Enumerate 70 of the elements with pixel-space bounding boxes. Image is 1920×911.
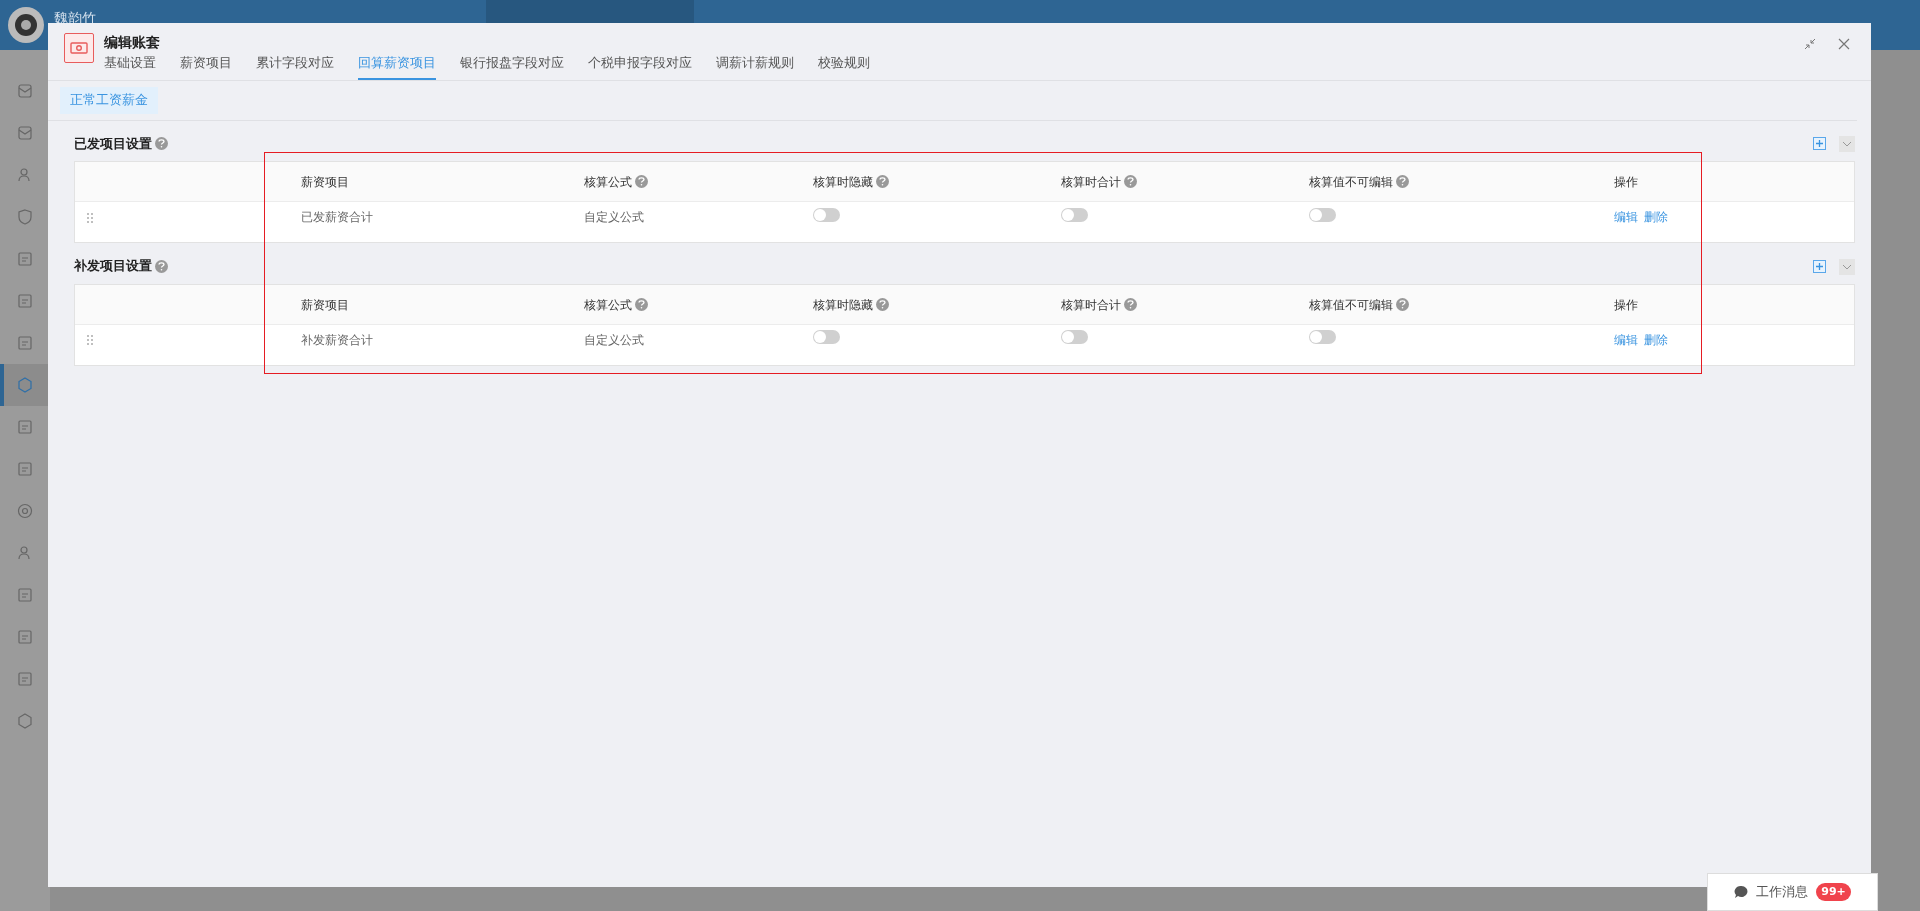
add-icon[interactable] xyxy=(1811,258,1827,275)
add-icon[interactable] xyxy=(1811,135,1827,152)
column-header: 核算时合计 xyxy=(1061,296,1121,314)
help-icon[interactable] xyxy=(155,137,168,151)
message-label: 工作消息 xyxy=(1756,883,1809,902)
dialog-title: 编辑账套 xyxy=(104,33,161,51)
document-icon xyxy=(16,250,34,268)
tab[interactable]: 薪资项目 xyxy=(180,54,232,80)
column-header: 操作 xyxy=(1614,296,1638,314)
document-icon xyxy=(16,628,34,646)
help-icon[interactable] xyxy=(155,260,168,274)
count-badge: 99+ xyxy=(1816,882,1851,902)
table-cell: 补发薪资合计 xyxy=(301,332,373,347)
document-icon xyxy=(16,418,34,436)
column-header: 核算公式 xyxy=(584,296,632,314)
chevron-down-icon[interactable] xyxy=(1839,258,1855,275)
close-icon[interactable] xyxy=(1836,36,1852,52)
help-icon[interactable] xyxy=(635,175,648,189)
drag-handle-icon[interactable] xyxy=(87,210,93,224)
tab[interactable]: 累计字段对应 xyxy=(256,54,334,80)
help-icon[interactable] xyxy=(1124,175,1137,189)
column-header: 核算时隐藏 xyxy=(813,296,873,314)
document-icon xyxy=(16,670,34,688)
message-bar[interactable]: 工作消息 99+ xyxy=(1707,873,1878,911)
envelope-icon xyxy=(16,82,34,100)
toggle-switch[interactable] xyxy=(1309,330,1336,345)
section-title: 已发项目设置 xyxy=(74,134,152,153)
column-header: 薪资项目 xyxy=(301,173,349,191)
toggle-switch[interactable] xyxy=(1309,207,1336,222)
tab[interactable]: 个税申报字段对应 xyxy=(588,54,692,80)
section-title: 补发项目设置 xyxy=(74,257,152,276)
hexagon-icon xyxy=(16,376,34,394)
sidebar-item[interactable] xyxy=(0,364,50,406)
help-icon[interactable] xyxy=(1396,175,1409,189)
column-header: 核算时隐藏 xyxy=(813,173,873,191)
column-header: 操作 xyxy=(1614,173,1638,191)
table-cell: 自定义公式 xyxy=(584,210,644,224)
table-cell: 自定义公式 xyxy=(584,332,644,347)
help-icon[interactable] xyxy=(876,175,889,189)
toggle-switch[interactable] xyxy=(813,207,840,222)
tab[interactable]: 调薪计薪规则 xyxy=(716,54,794,80)
tab[interactable]: 银行报盘字段对应 xyxy=(460,54,564,80)
tab[interactable]: 校验规则 xyxy=(818,54,870,80)
avatar[interactable] xyxy=(8,7,44,43)
column-header: 核算值不可编辑 xyxy=(1309,173,1393,191)
help-icon[interactable] xyxy=(1396,298,1409,311)
hexagon-icon xyxy=(16,712,34,730)
document-icon xyxy=(16,292,34,310)
toggle-switch[interactable] xyxy=(1061,330,1088,345)
toggle-switch[interactable] xyxy=(1061,207,1088,222)
column-header: 核算公式 xyxy=(584,173,632,191)
document-icon xyxy=(16,334,34,352)
document-icon xyxy=(16,586,34,604)
help-icon[interactable] xyxy=(1124,298,1137,311)
column-header: 核算值不可编辑 xyxy=(1309,296,1393,314)
help-icon[interactable] xyxy=(876,298,889,311)
column-header: 核算时合计 xyxy=(1061,173,1121,191)
tab[interactable]: 基础设置 xyxy=(104,54,156,80)
column-header: 薪资项目 xyxy=(301,296,349,314)
money-icon xyxy=(64,33,94,63)
help-icon[interactable] xyxy=(635,298,648,311)
document-icon xyxy=(16,460,34,478)
drag-handle-icon[interactable] xyxy=(87,332,93,347)
envelope-icon xyxy=(16,124,34,142)
shield-icon xyxy=(16,208,34,226)
toggle-switch[interactable] xyxy=(813,330,840,345)
table-cell: 已发薪资合计 xyxy=(301,210,373,224)
chevron-down-icon[interactable] xyxy=(1839,135,1855,152)
chat-icon xyxy=(1734,885,1749,899)
collapse-icon[interactable] xyxy=(1802,36,1818,52)
